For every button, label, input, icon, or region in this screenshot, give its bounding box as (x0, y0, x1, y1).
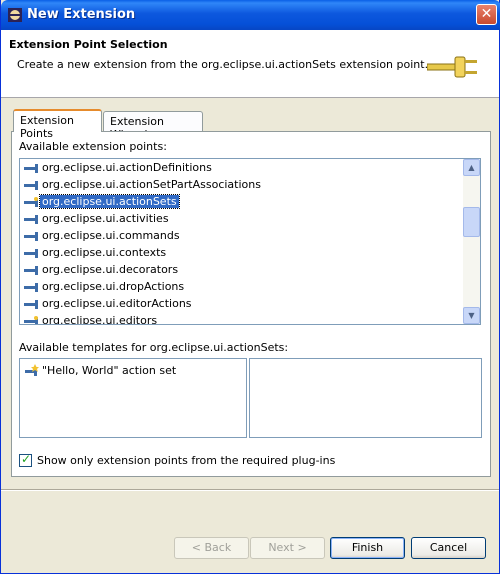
vertical-scrollbar[interactable]: ▲ ▼ (463, 159, 480, 324)
list-item[interactable]: org.eclipse.ui.editorActions (22, 296, 462, 313)
wizard-header: Extension Point Selection Create a new e… (1, 30, 499, 98)
extension-point-icon (24, 215, 38, 224)
back-button[interactable]: < Back (174, 537, 249, 559)
list-item[interactable]: org.eclipse.ui.actionSetPartAssociations (22, 177, 462, 194)
extension-point-icon (24, 300, 38, 309)
window-title: New Extension (27, 7, 136, 22)
list-item[interactable]: org.eclipse.ui.actionDefinitions (22, 160, 462, 177)
extension-point-template-icon (24, 316, 38, 324)
title-bar[interactable]: New Extension ✕ (1, 0, 500, 30)
new-extension-dialog: New Extension ✕ Extension Point Selectio… (0, 0, 500, 574)
extension-point-icon (24, 181, 38, 190)
plug-icon (427, 56, 477, 78)
checkmark-icon: ✓ (21, 452, 32, 466)
list-item[interactable]: org.eclipse.ui.dropActions (22, 279, 462, 296)
list-item-label: org.eclipse.ui.decorators (42, 263, 179, 276)
button-separator (1, 489, 499, 491)
list-item[interactable]: "Hello, World" action set (24, 364, 176, 377)
extension-point-icon (24, 232, 38, 241)
list-item-label: org.eclipse.ui.dropActions (42, 280, 185, 293)
list-item-label: org.eclipse.ui.activities (42, 212, 169, 225)
page-description: Create a new extension from the org.ecli… (17, 58, 429, 71)
scroll-up-icon[interactable]: ▲ (463, 159, 480, 176)
close-button[interactable]: ✕ (476, 4, 497, 25)
list-item-label: "Hello, World" action set (42, 364, 177, 377)
cancel-button[interactable]: Cancel (411, 537, 486, 559)
list-item-label: org.eclipse.ui.actionDefinitions (42, 161, 212, 174)
list-item-label: org.eclipse.ui.contexts (42, 246, 167, 259)
filter-checkbox-label[interactable]: Show only extension points from the requ… (37, 454, 335, 467)
next-button[interactable]: Next > (250, 537, 325, 559)
finish-button[interactable]: Finish (330, 537, 405, 559)
tab-extension-points[interactable]: Extension Points (13, 109, 102, 140)
extension-point-icon (24, 266, 38, 275)
eclipse-icon (8, 8, 22, 22)
list-item[interactable]: org.eclipse.ui.editors (22, 313, 462, 325)
extension-points-list[interactable]: org.eclipse.ui.actionDefinitions org.ecl… (19, 158, 481, 325)
list-item[interactable]: org.eclipse.ui.actionSets (22, 194, 462, 211)
extension-points-label: Available extension points: (19, 140, 167, 153)
templates-list[interactable]: "Hello, World" action set (19, 358, 247, 438)
list-item[interactable]: org.eclipse.ui.contexts (22, 245, 462, 262)
filter-checkbox[interactable]: ✓ (19, 452, 32, 467)
extension-point-icon (24, 164, 38, 173)
list-item-label: org.eclipse.ui.editors (42, 314, 158, 325)
extension-point-template-icon (24, 197, 38, 207)
list-item-label: org.eclipse.ui.editorActions (42, 297, 192, 310)
extension-point-icon (24, 283, 38, 292)
scroll-thumb[interactable] (463, 207, 480, 237)
extension-point-icon (24, 249, 38, 258)
list-item-label: org.eclipse.ui.commands (42, 229, 180, 242)
list-item[interactable]: org.eclipse.ui.commands (22, 228, 462, 245)
scroll-down-icon[interactable]: ▼ (463, 307, 480, 324)
list-item[interactable]: org.eclipse.ui.activities (22, 211, 462, 228)
list-item-label: org.eclipse.ui.actionSetPartAssociations (42, 178, 261, 191)
tab-extension-wizards[interactable]: Extension Wizards (103, 111, 203, 141)
templates-label: Available templates for org.eclipse.ui.a… (19, 341, 289, 354)
template-description-pane (249, 358, 482, 438)
list-item[interactable]: org.eclipse.ui.decorators (22, 262, 462, 279)
list-item-label: org.eclipse.ui.actionSets (39, 194, 180, 209)
template-icon (25, 364, 39, 376)
page-title: Extension Point Selection (9, 38, 168, 51)
